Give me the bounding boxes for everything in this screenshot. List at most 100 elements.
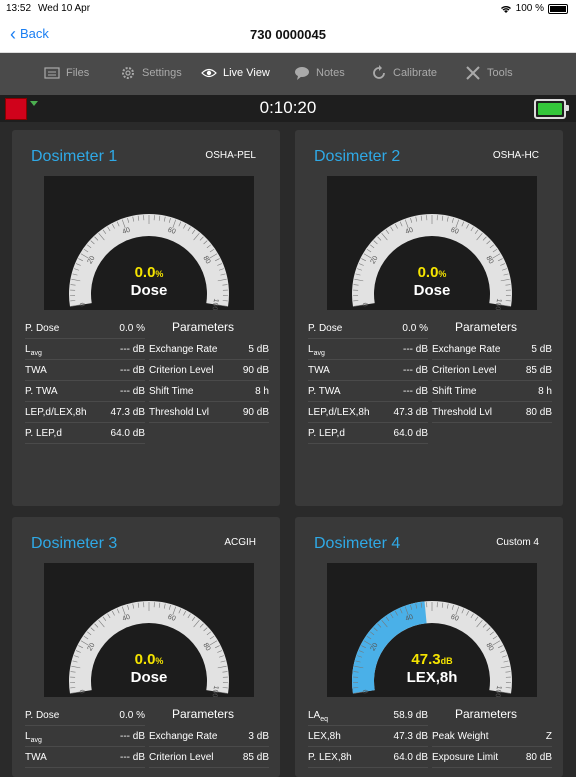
label-text: LA [308, 710, 320, 721]
navigation-bar: ‹ Back 730 0000045 [0, 18, 576, 53]
measurement-value: 0.0 % [119, 323, 145, 334]
instrument-battery-icon [534, 99, 566, 119]
dose-gauge: 020406080100 0.0% Dose [44, 563, 254, 697]
measurement-row: P. Dose 0.0 % [308, 320, 428, 339]
gauge-number: 0.0 [135, 264, 156, 281]
dosimeter-standard: OSHA-HC [493, 150, 539, 161]
dosimeter-card[interactable]: Dosimeter 4 Custom 4 020406080100 47.3dB… [295, 517, 563, 777]
label-text: P. TWA [308, 386, 341, 397]
parameters-header: Parameters [455, 707, 517, 721]
measurement-label: P. LEP,d [25, 428, 62, 439]
dosimeter-card[interactable]: Dosimeter 1 OSHA-PEL 020406080100 0.0% D… [12, 130, 280, 506]
recording-bar: 0:10:20 [0, 95, 576, 122]
parameter-value: 8 h [255, 386, 269, 397]
label-subscript: avg [31, 350, 42, 357]
gauge-number: 0.0 [135, 651, 156, 668]
dosimeter-title: Dosimeter 1 [31, 148, 117, 166]
battery-percent: 100 % [516, 3, 544, 14]
measurement-value: 58.9 dB [394, 710, 428, 721]
parameter-label: Threshold Lvl [149, 407, 209, 418]
measurement-label: P. Dose [308, 323, 342, 334]
measurement-row: TWA --- dB [308, 362, 428, 381]
measurement-value: --- dB [403, 386, 428, 397]
parameter-value: 90 dB [243, 365, 269, 376]
label-text: TWA [25, 365, 47, 376]
measurement-row: TWA --- dB [25, 362, 145, 381]
parameter-label: Criterion Level [432, 365, 496, 376]
gauge-unit: % [155, 656, 163, 666]
measurement-value: 47.3 dB [111, 407, 145, 418]
measurement-label: LEP,d/LEX,8h [308, 407, 370, 418]
parameter-row: Criterion Level 85 dB [432, 362, 552, 381]
measurement-row: LEX,8h 47.3 dB [308, 728, 428, 747]
parameters-header: Parameters [172, 320, 234, 334]
gauge-value: 0.0% [44, 651, 254, 668]
gauge-number: 0.0 [418, 264, 439, 281]
measurement-label: P. LEX,8h [308, 752, 352, 763]
label-subscript: avg [314, 350, 325, 357]
tab-settings[interactable]: Settings [120, 65, 182, 81]
tab-tools[interactable]: Tools [465, 65, 513, 81]
measurement-row: P. Dose 0.0 % [25, 707, 145, 726]
measurement-value: --- dB [120, 386, 145, 397]
label-text: P. LEP,d [308, 428, 345, 439]
measurement-label: P. LEP,d [308, 428, 345, 439]
gauge-value: 47.3dB [327, 651, 537, 668]
dosimeter-standard: OSHA-PEL [205, 150, 256, 161]
measurement-value: --- dB [120, 731, 145, 742]
battery-icon [548, 4, 568, 14]
parameter-label: Exchange Rate [149, 344, 217, 355]
tab-label: Settings [142, 67, 182, 79]
measurement-row: P. TWA --- dB [308, 383, 428, 402]
label-text: P. LEP,d [25, 428, 62, 439]
dose-gauge: 020406080100 47.3dB LEX,8h [327, 563, 537, 697]
parameter-label: Threshold Lvl [432, 407, 492, 418]
parameter-value: 3 dB [248, 731, 269, 742]
measurement-value: 64.0 dB [111, 428, 145, 439]
measurement-label: LAeq [308, 710, 328, 723]
files-icon [44, 65, 60, 81]
tab-label: Calibrate [393, 67, 437, 79]
parameter-value: 80 dB [526, 407, 552, 418]
measurement-value: --- dB [120, 344, 145, 355]
measurement-row: P. LEP,d 64.0 dB [25, 425, 145, 444]
tab-live-view[interactable]: Live View [201, 65, 270, 81]
measurement-row: LEP,d/LEX,8h 47.3 dB [25, 404, 145, 423]
page-title: 730 0000045 [0, 27, 576, 42]
parameter-label: Criterion Level [149, 752, 213, 763]
measurement-label: P. TWA [308, 386, 341, 397]
parameter-row: Exchange Rate 3 dB [149, 728, 269, 747]
dosimeter-title: Dosimeter 4 [314, 535, 400, 553]
tab-bar: Files Settings Live View Notes Calibrate… [0, 53, 576, 95]
tab-label: Tools [487, 67, 513, 79]
tab-files[interactable]: Files [44, 65, 89, 81]
measurement-row: P. LEP,d 64.0 dB [308, 425, 428, 444]
tab-notes[interactable]: Notes [294, 65, 345, 81]
measurement-value: 0.0 % [402, 323, 428, 334]
parameter-label: Criterion Level [149, 365, 213, 376]
tab-label: Notes [316, 67, 345, 79]
parameter-label: Shift Time [432, 386, 476, 397]
measurement-label: TWA [25, 752, 47, 763]
dosimeter-card[interactable]: Dosimeter 3 ACGIH 020406080100 0.0% Dose… [12, 517, 280, 777]
measurement-value: 64.0 dB [394, 428, 428, 439]
label-text: TWA [25, 752, 47, 763]
tab-calibrate[interactable]: Calibrate [371, 65, 437, 81]
dosimeter-card[interactable]: Dosimeter 2 OSHA-HC 020406080100 0.0% Do… [295, 130, 563, 506]
gauge-unit: dB [441, 656, 453, 666]
measurement-value: 64.0 dB [394, 752, 428, 763]
label-subscript: avg [31, 737, 42, 744]
parameter-value: 8 h [538, 386, 552, 397]
measurement-row: Lavg --- dB [308, 341, 428, 360]
measurement-value: 47.3 dB [394, 407, 428, 418]
measurement-value: --- dB [120, 752, 145, 763]
parameter-label: Exchange Rate [432, 344, 500, 355]
tab-label: Live View [223, 67, 270, 79]
dose-gauge: 020406080100 0.0% Dose [44, 176, 254, 310]
gauge-label: Dose [44, 282, 254, 299]
label-text: P. LEX,8h [308, 752, 352, 763]
parameter-label: Shift Time [149, 386, 193, 397]
parameter-row: Threshold Lvl 80 dB [432, 404, 552, 423]
chat-icon [294, 65, 310, 81]
parameter-row: Shift Time 8 h [149, 383, 269, 402]
